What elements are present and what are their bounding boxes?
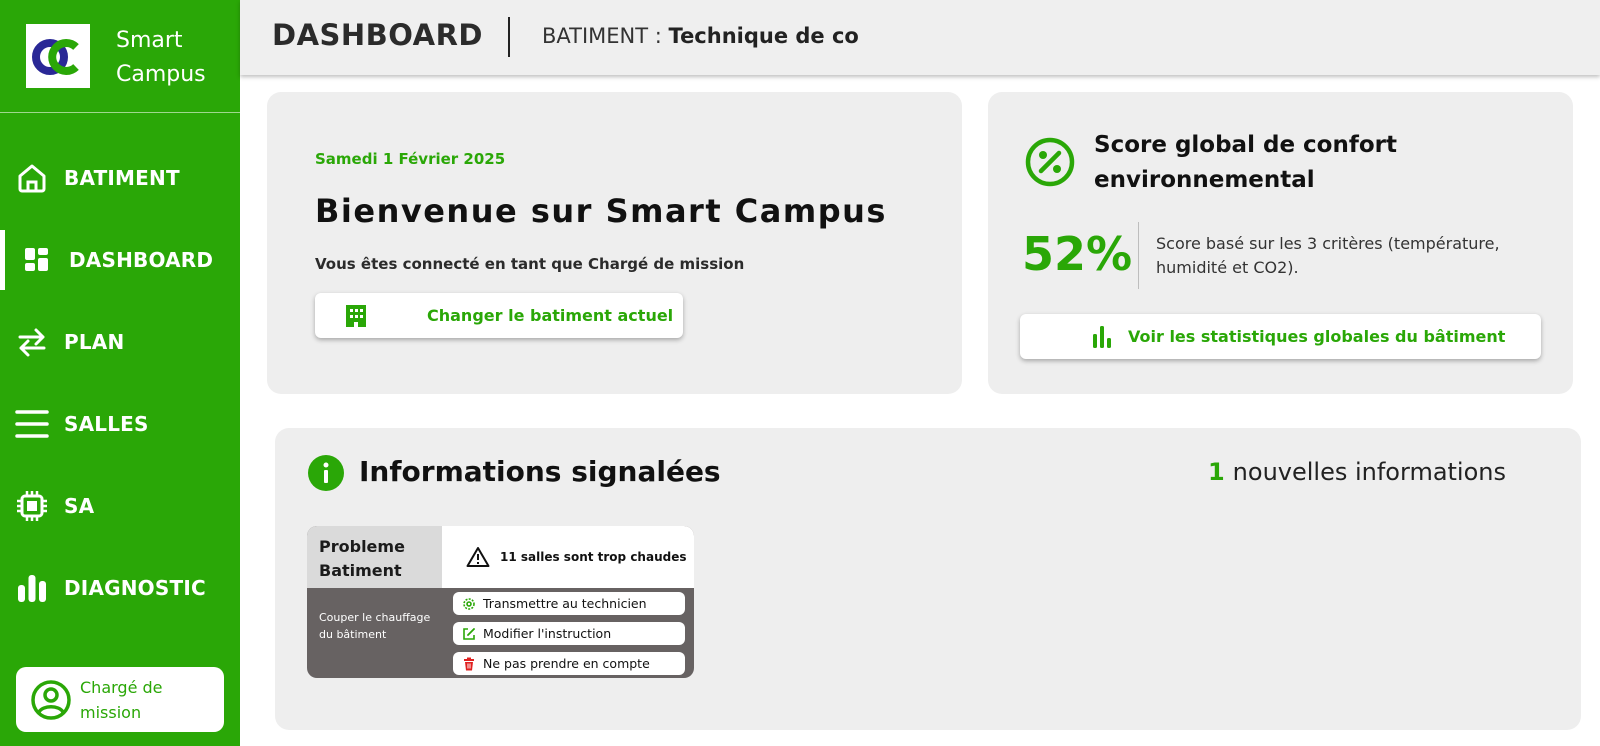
new-info-count: 1 nouvelles informations xyxy=(1208,458,1506,486)
connected-role-text: Vous êtes connecté en tant que Chargé de… xyxy=(315,255,745,273)
welcome-card: Samedi 1 Février 2025 Bienvenue sur Smar… xyxy=(267,92,962,394)
building-icon xyxy=(345,304,367,328)
chip-icon xyxy=(15,489,49,523)
info-title: Informations signalées xyxy=(359,455,721,488)
swap-arrows-icon xyxy=(15,325,49,359)
edit-instruction-button[interactable]: Modifier l'instruction xyxy=(453,622,685,645)
warning-text: 11 salles sont trop chaudes xyxy=(500,550,687,564)
sidebar-item-label: BATIMENT xyxy=(64,166,180,190)
current-building: BATIMENT : Technique de co xyxy=(542,24,859,48)
new-info-number: 1 xyxy=(1207,458,1225,486)
action-label: Modifier l'instruction xyxy=(483,626,612,641)
score-description: Score basé sur les 3 critères (températu… xyxy=(1156,234,1500,277)
action-label: Ne pas prendre en compte xyxy=(483,656,650,671)
sidebar-item-plan[interactable]: PLAN xyxy=(0,312,240,372)
sidebar-item-sa[interactable]: SA xyxy=(0,476,240,536)
view-statistics-button[interactable]: Voir les statistiques globales du bâtime… xyxy=(1020,314,1541,359)
reported-info-card: Informations signalées 1 nouvelles inform… xyxy=(275,428,1581,730)
header-divider xyxy=(508,17,510,57)
sidebar-item-diagnostic[interactable]: DIAGNOSTIC xyxy=(0,558,240,618)
gear-icon xyxy=(462,597,476,611)
problem-warning: 11 salles sont trop chaudes xyxy=(442,526,694,588)
bar-chart-icon xyxy=(15,571,49,605)
change-building-label: Changer le batiment actuel xyxy=(427,306,674,325)
sidebar-item-dashboard[interactable]: DASHBOARD xyxy=(0,230,240,290)
page-title: DASHBOARD xyxy=(272,18,483,52)
new-info-label: nouvelles informations xyxy=(1232,458,1506,486)
sidebar-item-label: SALLES xyxy=(64,412,149,436)
user-circle-icon xyxy=(30,679,72,721)
sidebar-item-salles[interactable]: SALLES xyxy=(0,394,240,454)
warning-icon xyxy=(466,546,490,568)
sidebar-item-label: DIAGNOSTIC xyxy=(64,576,206,600)
action-label: Transmettre au technicien xyxy=(483,596,647,611)
edit-icon xyxy=(462,627,476,641)
percent-icon xyxy=(1024,136,1076,188)
top-header: DASHBOARD BATIMENT : Technique de co xyxy=(240,0,1600,75)
building-prefix: BATIMENT : xyxy=(542,24,662,48)
sidebar-item-label: DASHBOARD xyxy=(69,248,214,272)
dashboard-icon xyxy=(20,243,54,277)
score-divider xyxy=(1138,222,1139,289)
bar-chart-icon xyxy=(1092,325,1114,349)
problem-category: Probleme Batiment xyxy=(307,526,442,588)
problem-card: Probleme Batiment 11 salles sont trop ch… xyxy=(307,526,694,678)
score-title: Score global de confort environnemental xyxy=(1094,132,1397,193)
transmit-technician-button[interactable]: Transmettre au technicien xyxy=(453,592,685,615)
user-role-label: Chargé de mission xyxy=(80,677,163,722)
welcome-title: Bienvenue sur Smart Campus xyxy=(315,192,887,230)
brand: Smart Campus xyxy=(0,0,240,113)
sidebar: Smart Campus BATIMENT DASHBOARD PLAN SAL… xyxy=(0,0,240,746)
current-date: Samedi 1 Février 2025 xyxy=(315,150,506,168)
view-statistics-label: Voir les statistiques globales du bâtime… xyxy=(1128,327,1506,346)
list-icon xyxy=(15,407,49,441)
sidebar-item-batiment[interactable]: BATIMENT xyxy=(0,148,240,208)
sidebar-item-label: SA xyxy=(64,494,95,518)
brand-name: Smart Campus xyxy=(116,28,206,87)
trash-icon xyxy=(462,657,476,671)
change-building-button[interactable]: Changer le batiment actuel xyxy=(315,293,683,338)
problem-instruction: Couper le chauffage du bâtiment xyxy=(319,611,431,641)
comfort-score-card: Score global de confort environnemental … xyxy=(988,92,1573,394)
user-profile-button[interactable]: Chargé de mission xyxy=(16,667,224,732)
info-icon xyxy=(308,455,344,491)
building-name: Technique de co xyxy=(668,24,859,48)
home-icon xyxy=(15,161,49,195)
ignore-button[interactable]: Ne pas prendre en compte xyxy=(453,652,685,675)
smart-campus-logo xyxy=(26,24,90,88)
sidebar-item-label: PLAN xyxy=(64,330,125,354)
score-value: 52% xyxy=(1022,227,1133,281)
